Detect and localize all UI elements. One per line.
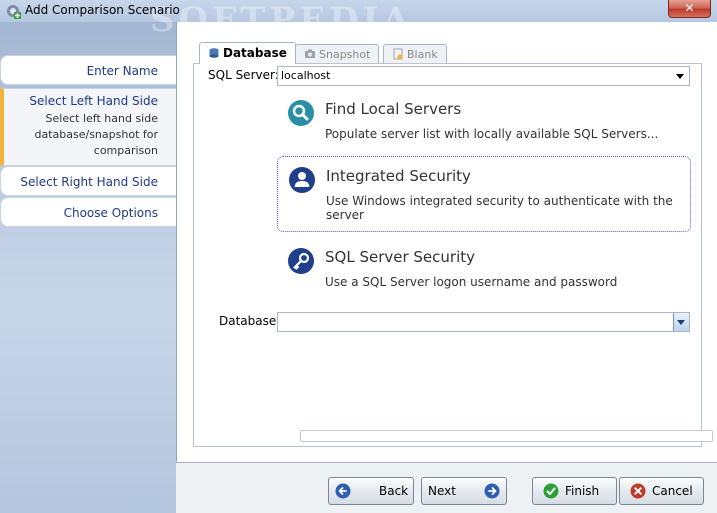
arrow-right-icon — [484, 483, 500, 499]
sql-server-label: SQL Server: — [208, 68, 279, 82]
cancel-button[interactable]: Cancel — [619, 477, 704, 505]
back-button-label: Back — [379, 484, 409, 498]
option-find-local-servers-title: Find Local Servers — [325, 100, 462, 118]
database-dropdown-button[interactable] — [673, 313, 689, 331]
user-icon — [289, 167, 315, 193]
finish-button-label: Finish — [565, 484, 600, 498]
step-select-left-description: Select left hand side database/snapshot … — [34, 112, 159, 157]
database-icon — [209, 48, 219, 58]
chevron-down-icon — [676, 74, 684, 79]
cancel-button-label: Cancel — [652, 484, 693, 498]
step-select-right-label: Select Right Hand Side — [20, 175, 158, 189]
tab-snapshot[interactable]: Snapshot — [295, 44, 380, 64]
step-choose-options-label: Choose Options — [63, 206, 158, 220]
camera-icon — [305, 49, 315, 58]
database-label: Database: — [219, 314, 281, 328]
step-enter-name-label: Enter Name — [86, 64, 158, 78]
tab-database[interactable]: Database — [199, 42, 296, 64]
wizard-steps: Enter Name Select Left Hand Side Select … — [0, 55, 176, 227]
option-integrated-security[interactable]: Integrated Security Use Windows integrat… — [277, 156, 691, 232]
horizontal-scrollbar[interactable] — [300, 430, 713, 442]
close-button[interactable]: ✕ — [668, 0, 711, 18]
step-select-right[interactable]: Select Right Hand Side — [0, 166, 176, 196]
search-icon — [288, 100, 314, 126]
option-sql-server-security[interactable]: SQL Server Security Use a SQL Server log… — [277, 240, 691, 296]
next-button-label: Next — [428, 484, 456, 498]
step-choose-options[interactable]: Choose Options — [0, 197, 176, 227]
main-panel: Database Snapshot Blank SQL Server: loca… — [176, 22, 717, 462]
tab-blank[interactable]: Blank — [383, 44, 447, 64]
option-integrated-security-desc: Use Windows integrated security to authe… — [326, 194, 673, 222]
step-select-left[interactable]: Select Left Hand Side Select left hand s… — [0, 88, 176, 166]
database-select[interactable] — [277, 312, 690, 332]
tab-blank-label: Blank — [407, 48, 438, 61]
window-title: Add Comparison Scenario — [25, 3, 180, 17]
option-integrated-security-title: Integrated Security — [326, 167, 471, 185]
wizard-footer: Back Next Finish Cancel — [176, 462, 717, 513]
tab-snapshot-label: Snapshot — [319, 48, 371, 61]
key-icon — [288, 248, 314, 274]
cancel-icon — [630, 483, 646, 499]
arrow-left-icon — [335, 483, 351, 499]
step-enter-name[interactable]: Enter Name — [0, 55, 176, 85]
finish-button[interactable]: Finish — [532, 477, 617, 505]
app-icon — [7, 5, 21, 19]
blank-icon — [393, 48, 403, 60]
title-bar: SOFTPEDIA Add Comparison Scenario ✕ — [0, 0, 717, 40]
option-sql-server-security-title: SQL Server Security — [325, 248, 476, 266]
sql-server-value: localhost — [281, 69, 331, 82]
option-find-local-servers[interactable]: Find Local Servers Populate server list … — [277, 94, 691, 148]
tab-database-label: Database — [223, 46, 287, 60]
next-button[interactable]: Next — [421, 477, 507, 505]
chevron-down-icon — [677, 320, 685, 325]
check-icon — [543, 483, 559, 499]
option-find-local-servers-desc: Populate server list with locally availa… — [325, 127, 659, 141]
step-select-left-label: Select Left Hand Side — [29, 94, 158, 108]
sql-server-select[interactable]: localhost — [277, 66, 690, 86]
back-button[interactable]: Back — [328, 477, 414, 505]
option-sql-server-security-desc: Use a SQL Server logon username and pass… — [325, 275, 618, 289]
